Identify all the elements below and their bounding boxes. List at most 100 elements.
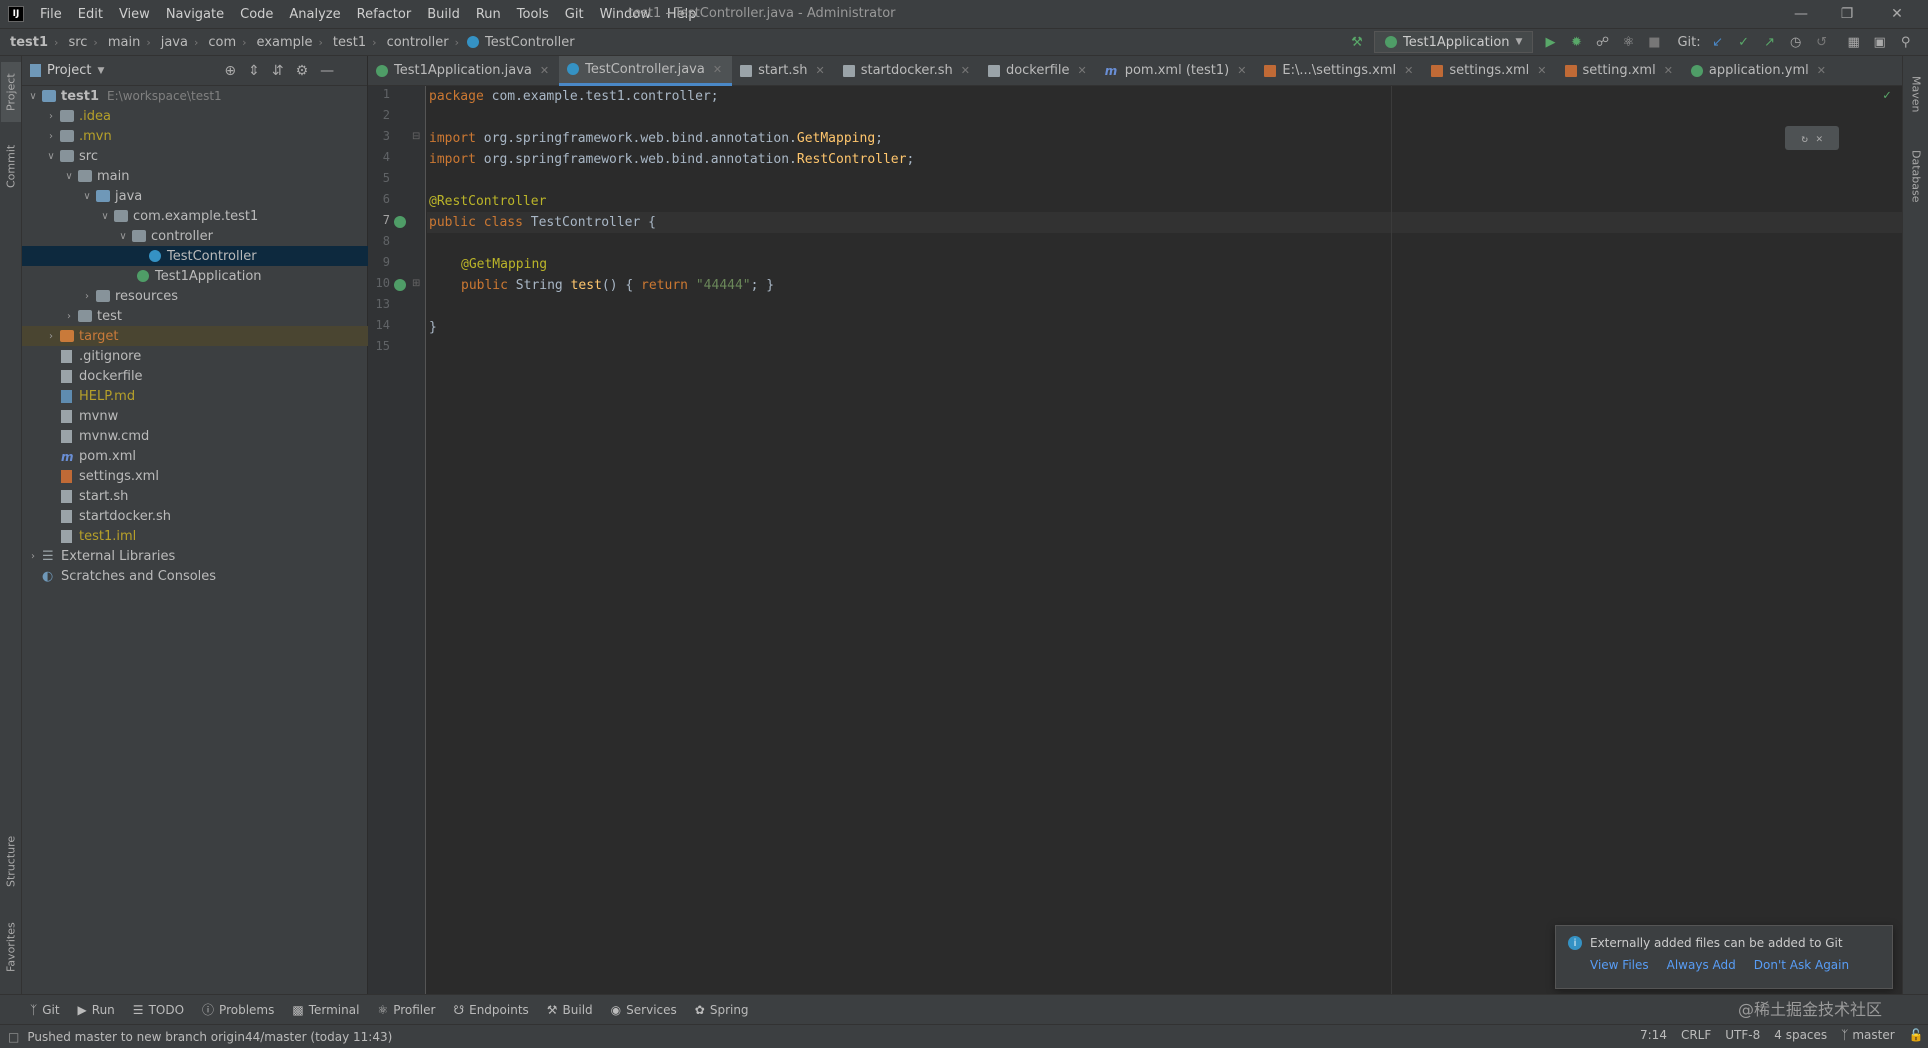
tree-item-idea[interactable]: › .idea [22, 106, 368, 126]
tab-application-yml[interactable]: application.yml ✕ [1683, 56, 1836, 86]
structure-side-tab[interactable]: Structure [1, 826, 21, 896]
close-tab-icon[interactable]: ✕ [713, 63, 722, 76]
expand-all-icon[interactable]: ⇕ [248, 63, 260, 79]
close-tab-icon[interactable]: ✕ [1537, 64, 1546, 77]
tree-item-mvn[interactable]: › .mvn [22, 126, 368, 146]
maven-side-tab[interactable]: Maven [1906, 64, 1926, 124]
hide-icon[interactable]: — [320, 63, 334, 79]
tool-run[interactable]: ▶ Run [78, 1003, 115, 1017]
git-commit-icon[interactable]: ✓ [1735, 33, 1753, 51]
tree-item-scratches[interactable]: ◐ Scratches and Consoles [22, 566, 368, 586]
dropdown-arrow-icon[interactable]: ▼ [97, 66, 104, 76]
view-files-link[interactable]: View Files [1590, 958, 1649, 972]
breadcrumb-src[interactable]: src [68, 35, 87, 50]
git-update-icon[interactable]: ↙ [1709, 33, 1727, 51]
breadcrumb-test1[interactable]: test1 [10, 35, 48, 50]
tool-todo[interactable]: ☰ TODO [133, 1003, 184, 1017]
menu-run[interactable]: Run [468, 7, 509, 22]
close-tab-icon[interactable]: ✕ [816, 64, 825, 77]
project-panel-title[interactable]: Project [47, 63, 91, 78]
tree-item-test1[interactable]: ∨ test1 E:\workspace\test1 [22, 86, 368, 106]
commit-side-tab[interactable]: Commit [1, 136, 21, 196]
stop-icon[interactable]: ■ [1645, 33, 1663, 51]
tree-item-target[interactable]: › target [22, 326, 368, 346]
code-editor[interactable]: package com.example.test1.controller; im… [427, 86, 1902, 994]
close-tab-icon[interactable]: ✕ [540, 64, 549, 77]
breadcrumb-test1-pkg[interactable]: test1 [333, 35, 366, 50]
history-icon[interactable]: ◷ [1787, 33, 1805, 51]
tree-item-external-libraries[interactable]: › ☰ External Libraries [22, 546, 368, 566]
tab-startdocker-sh[interactable]: startdocker.sh ✕ [835, 56, 980, 86]
fold-icon[interactable]: ⊞ [412, 278, 420, 289]
locate-icon[interactable]: ⊕ [224, 63, 236, 79]
menu-build[interactable]: Build [419, 7, 468, 22]
menu-refactor[interactable]: Refactor [349, 7, 420, 22]
tool-endpoints[interactable]: ☋ Endpoints [453, 1003, 528, 1017]
tab-pom-xml[interactable]: m pom.xml (test1) ✕ [1097, 56, 1257, 86]
tree-item-main[interactable]: ∨ main [22, 166, 368, 186]
dont-ask-again-link[interactable]: Don't Ask Again [1754, 958, 1849, 972]
menu-git[interactable]: Git [557, 7, 592, 22]
caret-position[interactable]: 7:14 [1640, 1028, 1667, 1042]
line-separator[interactable]: CRLF [1681, 1028, 1711, 1042]
tool-services[interactable]: ◉ Services [611, 1003, 677, 1017]
tab-test1application[interactable]: Test1Application.java ✕ [368, 56, 559, 86]
tab-settings-xml[interactable]: settings.xml ✕ [1423, 56, 1556, 86]
tree-item-gitignore[interactable]: .gitignore [22, 346, 368, 366]
tool-spring[interactable]: ✿ Spring [695, 1003, 749, 1017]
menu-edit[interactable]: Edit [70, 7, 111, 22]
git-branch-widget[interactable]: ᛉ master [1841, 1028, 1895, 1042]
close-tab-icon[interactable]: ✕ [1404, 64, 1413, 77]
menu-tools[interactable]: Tools [509, 7, 557, 22]
tree-item-test1application[interactable]: Test1Application [22, 266, 368, 286]
run-config-select[interactable]: Test1Application ▼ [1374, 31, 1534, 53]
debug-icon[interactable]: ✹ [1567, 33, 1585, 51]
spring-endpoint-icon[interactable] [394, 279, 406, 291]
layout-icon[interactable]: ▣ [1871, 33, 1889, 51]
breadcrumb-testcontroller[interactable]: TestController [485, 35, 575, 50]
close-tab-icon[interactable]: ✕ [961, 64, 970, 77]
maven-reload-icon[interactable]: ↻ [1801, 132, 1808, 145]
build-hammer-icon[interactable]: ⚒ [1348, 33, 1366, 51]
tab-dockerfile[interactable]: dockerfile ✕ [980, 56, 1097, 86]
breadcrumb-main[interactable]: main [108, 35, 140, 50]
tree-item-settings-xml[interactable]: settings.xml [22, 466, 368, 486]
minimize-icon[interactable]: — [1778, 0, 1824, 28]
restore-icon[interactable]: ❐ [1824, 0, 1870, 28]
project-structure-icon[interactable]: ▦ [1845, 33, 1863, 51]
tree-item-resources[interactable]: › resources [22, 286, 368, 306]
tree-item-start-sh[interactable]: start.sh [22, 486, 368, 506]
menu-code[interactable]: Code [232, 7, 281, 22]
editor-gutter[interactable]: 1 2 3 4 5 6 7 8 9 10 13 14 15 ⊟ ⊞ [368, 86, 426, 994]
tree-item-help-md[interactable]: HELP.md [22, 386, 368, 406]
project-side-tab[interactable]: Project [1, 62, 21, 122]
close-tab-icon[interactable]: ✕ [1237, 64, 1246, 77]
menu-navigate[interactable]: Navigate [158, 7, 232, 22]
inspection-ok-icon[interactable]: ✓ [1883, 88, 1891, 103]
spring-bean-icon[interactable] [394, 216, 406, 228]
git-push-icon[interactable]: ↗ [1761, 33, 1779, 51]
close-icon[interactable]: ✕ [1816, 132, 1823, 145]
rollback-icon[interactable]: ↺ [1813, 33, 1831, 51]
menu-file[interactable]: File [32, 7, 70, 22]
tree-item-test1-iml[interactable]: test1.iml [22, 526, 368, 546]
maven-reload-popup[interactable]: ↻ ✕ [1785, 126, 1839, 150]
indent-setting[interactable]: 4 spaces [1774, 1028, 1827, 1042]
close-tab-icon[interactable]: ✕ [1664, 64, 1673, 77]
file-encoding[interactable]: UTF-8 [1725, 1028, 1760, 1042]
breadcrumb-controller[interactable]: controller [387, 35, 449, 50]
status-message[interactable]: Pushed master to new branch origin44/mas… [27, 1030, 392, 1044]
tab-testcontroller[interactable]: TestController.java ✕ [559, 55, 733, 86]
tab-setting-xml[interactable]: setting.xml ✕ [1557, 56, 1683, 86]
favorites-side-tab[interactable]: Favorites [1, 912, 21, 982]
collapse-all-icon[interactable]: ⇵ [272, 63, 284, 79]
tool-git[interactable]: ᛉ Git [30, 1003, 60, 1017]
tree-item-java[interactable]: ∨ java [22, 186, 368, 206]
lock-icon[interactable]: 🔓 [1909, 1028, 1924, 1042]
tab-settings-xml-ext[interactable]: E:\...\settings.xml ✕ [1256, 56, 1423, 86]
close-icon[interactable]: ✕ [1874, 0, 1920, 28]
close-tab-icon[interactable]: ✕ [1078, 64, 1087, 77]
tree-item-package[interactable]: ∨ com.example.test1 [22, 206, 368, 226]
tree-item-testcontroller[interactable]: TestController [22, 246, 368, 266]
tree-item-mvnw[interactable]: mvnw [22, 406, 368, 426]
